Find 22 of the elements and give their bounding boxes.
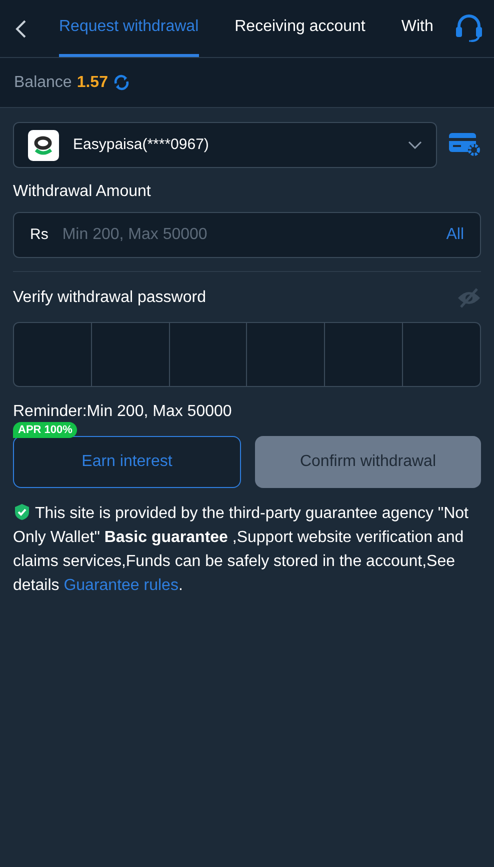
balance-label: Balance xyxy=(14,72,72,92)
balance-value: 1.57 xyxy=(76,72,108,92)
tab[interactable]: With xyxy=(401,0,434,57)
card-settings-icon[interactable] xyxy=(449,133,481,157)
apr-badge: APR 100% xyxy=(13,422,78,438)
tab[interactable]: Receiving account xyxy=(234,0,366,57)
amount-label: Withdrawal Amount xyxy=(13,182,152,202)
chevron-down-icon xyxy=(408,141,422,149)
guarantee-notice: This site is provided by the third-party guarantee agency "Not Only Wallet" Basic guarantee ,Support website verification and claims services,Funds can be safely stored in the account,See details Guarantee rules. xyxy=(13,502,470,596)
amount-field[interactable]: Rs Min 200, Max 50000 All xyxy=(13,212,481,258)
earn-interest-button[interactable]: Earn interest xyxy=(13,436,241,488)
reminder-text: Reminder:Min 200, Max 50000 xyxy=(13,402,233,422)
account-dropdown[interactable]: Easypaisa(****0967) xyxy=(13,122,437,168)
password-field[interactable] xyxy=(13,322,481,387)
refresh-icon[interactable] xyxy=(112,74,130,91)
all-link[interactable]: All xyxy=(446,223,464,247)
password-label: Verify withdrawal password xyxy=(13,288,206,308)
back-icon[interactable] xyxy=(15,18,27,38)
headset-icon[interactable] xyxy=(454,14,484,42)
wallet-logo-icon xyxy=(28,130,59,160)
guarantee-rules-link[interactable]: Guarantee rules xyxy=(64,577,178,594)
shield-check-icon xyxy=(13,503,31,521)
